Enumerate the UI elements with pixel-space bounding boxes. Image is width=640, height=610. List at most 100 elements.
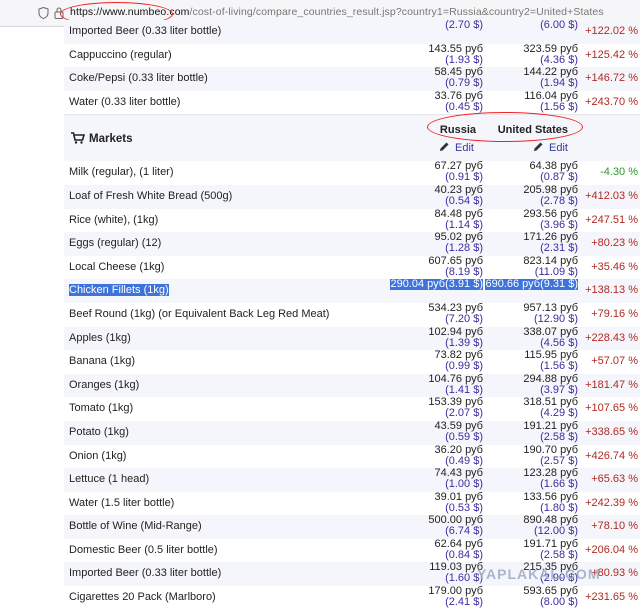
- item-name: Domestic Beer (0.5 liter bottle): [69, 543, 218, 556]
- price-usd: (0.53 $): [445, 501, 483, 514]
- country1-price: 102.94 руб (1.39 $): [428, 326, 483, 349]
- item-name: Chicken Fillets (1kg): [69, 284, 169, 297]
- price-usd: (0.87 $): [540, 171, 578, 184]
- price-usd: (1.39 $): [445, 336, 483, 349]
- annotation-circle-countries: [427, 112, 583, 142]
- price-usd: (1.56 $): [540, 360, 578, 373]
- edit-country1-label: Edit: [455, 142, 474, 155]
- item-name: Banana (1kg): [69, 355, 136, 368]
- country2-price: 205.98 руб (2.78 $): [523, 184, 578, 207]
- price-usd: (0.45 $): [445, 100, 483, 113]
- country2-price: 116.04 руб (1.56 $): [524, 90, 578, 113]
- item-name: Apples (1kg): [69, 331, 131, 344]
- table-row: Water (1.5 liter bottle) 39.01 руб (0.53 $…: [64, 491, 640, 516]
- price-rub: 290.04 руб: [390, 278, 446, 291]
- country2-price: 115.95 руб (1.56 $): [524, 350, 578, 372]
- price-usd: (12.00 $): [533, 525, 578, 538]
- edit-country1-link[interactable]: Edit: [439, 141, 474, 154]
- shield-icon: [38, 7, 49, 19]
- price-usd: (2.07 $): [445, 407, 483, 420]
- price-difference: +338.65 %: [585, 425, 638, 438]
- country2-price: 957.13 руб (12.90 $): [523, 302, 578, 325]
- country2-price: 338.07 руб (4.56 $): [523, 326, 578, 349]
- price-usd: (1.94 $): [540, 77, 578, 90]
- price-usd: (2.58 $): [540, 548, 578, 561]
- table-row: Chicken Fillets (1kg) 290.04 руб(3.91 $) 6…: [64, 279, 640, 303]
- price-difference: +122.02 %: [585, 25, 638, 37]
- price-usd: (3.96 $): [540, 218, 578, 231]
- price-difference: +79.16 %: [591, 307, 638, 320]
- price-usd: (2.41 $): [445, 596, 483, 609]
- price-difference: +231.65 %: [585, 591, 638, 604]
- country2-price: 690.66 руб(9.31 $): [485, 279, 578, 291]
- table-row: Water (0.33 liter bottle) 33.76 руб (0.45 …: [64, 90, 640, 115]
- table-row: Beef Round (1kg) (or Equivalent Back Leg…: [64, 302, 640, 327]
- price-difference: +247.51 %: [585, 213, 638, 226]
- restaurants-rows: Imported Beer (0.33 liter bottle) (2.70 $…: [64, 20, 640, 114]
- price-usd: (0.79 $): [445, 77, 483, 90]
- item-name: Eggs (regular) (12): [69, 237, 162, 250]
- table-row: Local Cheese (1kg) 607.65 руб (8.19 $) 823.…: [64, 255, 640, 280]
- price-difference: +242.39 %: [585, 496, 638, 509]
- country2-price: 890.48 руб (12.00 $): [523, 515, 578, 537]
- price-usd: (1.66 $): [540, 478, 578, 491]
- price-difference: +35.46 %: [591, 260, 638, 273]
- price-usd: (1.00 $): [445, 478, 483, 491]
- edit-country2-link[interactable]: Edit: [533, 141, 568, 154]
- price-difference: +78.10 %: [591, 520, 638, 533]
- item-name: Water (0.33 liter bottle): [69, 95, 181, 108]
- table-row: Rice (white), (1kg) 84.48 руб (1.14 $) 293.…: [64, 208, 640, 233]
- price-difference: +146.72 %: [585, 72, 638, 85]
- price-usd: (1.80 $): [540, 501, 578, 514]
- price-usd: (1.14 $): [445, 218, 483, 231]
- item-name: Imported Beer (0.33 liter bottle): [69, 25, 222, 37]
- price-usd: (3.97 $): [540, 383, 578, 396]
- country1-price: 500.00 руб (6.74 $): [428, 515, 483, 537]
- table-row: Onion (1kg) 36.20 руб (0.49 $) 190.70 руб (2…: [64, 444, 640, 469]
- country1-price: 33.76 руб (0.45 $): [434, 90, 483, 113]
- table-row: Banana (1kg) 73.82 руб (0.99 $) 115.95 руб(…: [64, 350, 640, 374]
- table-row: Loaf of Fresh White Bread (500g) 40.23 ру…: [64, 184, 640, 209]
- price-difference: +107.65 %: [585, 402, 638, 415]
- markets-rows: Milk (regular), (1 liter) 67.27 руб (0.91 …: [64, 161, 640, 609]
- country2-price: 171.26 руб (2.31 $): [523, 232, 578, 254]
- price-difference: +65.63 %: [591, 473, 638, 486]
- country1-price: 153.39 руб (2.07 $): [428, 397, 483, 419]
- price-usd: (8.00 $): [540, 596, 578, 609]
- country1-price: (2.70 $): [445, 20, 483, 31]
- item-name: Potato (1kg): [69, 425, 129, 438]
- country2-price: (6.00 $): [540, 20, 578, 31]
- country1-price: 62.64 руб (0.84 $): [434, 538, 483, 561]
- price-usd: (6.00 $): [540, 19, 578, 31]
- price-usd: (1.28 $): [445, 242, 483, 255]
- price-usd: (12.90 $): [533, 312, 578, 325]
- item-name: Loaf of Fresh White Bread (500g): [69, 189, 233, 202]
- price-difference: +57.07 %: [591, 355, 638, 368]
- pencil-icon: [440, 142, 449, 152]
- country1-price: 95.02 руб (1.28 $): [434, 232, 483, 254]
- country1-price: 58.45 руб (0.79 $): [434, 67, 483, 89]
- table-row: Domestic Beer (0.5 liter bottle) 62.64 ру…: [64, 538, 640, 563]
- item-name: Bottle of Wine (Mid-Range): [69, 520, 202, 533]
- item-name: Rice (white), (1kg): [69, 213, 159, 226]
- country1-price: 39.01 руб (0.53 $): [434, 491, 483, 514]
- price-usd: (0.49 $): [445, 454, 483, 467]
- price-usd: (2.70 $): [445, 19, 483, 31]
- shopping-cart-icon: [71, 132, 85, 145]
- price-usd: (1.41 $): [445, 383, 483, 396]
- country1-price: 43.59 руб (0.59 $): [434, 420, 483, 443]
- price-difference: +138.13 %: [585, 284, 638, 297]
- comparison-table: Imported Beer (0.33 liter bottle) (2.70 $…: [64, 20, 640, 610]
- price-difference: +80.23 %: [591, 237, 638, 250]
- table-row: Eggs (regular) (12) 95.02 руб (1.28 $) 171.…: [64, 232, 640, 256]
- country2-price: 191.71 руб (2.58 $): [523, 538, 578, 561]
- price-difference: -4.30 %: [600, 166, 638, 179]
- price-usd: (4.36 $): [540, 53, 578, 66]
- price-usd: (0.54 $): [445, 194, 483, 207]
- price-usd: (0.99 $): [445, 360, 483, 373]
- table-row: Tomato (1kg) 153.39 руб (2.07 $) 318.51 руб…: [64, 397, 640, 421]
- country1-price: 143.55 руб (1.93 $): [428, 43, 483, 66]
- price-usd: (2.57 $): [540, 454, 578, 467]
- edit-country2-label: Edit: [549, 142, 568, 155]
- item-name: Coke/Pepsi (0.33 liter bottle): [69, 72, 208, 85]
